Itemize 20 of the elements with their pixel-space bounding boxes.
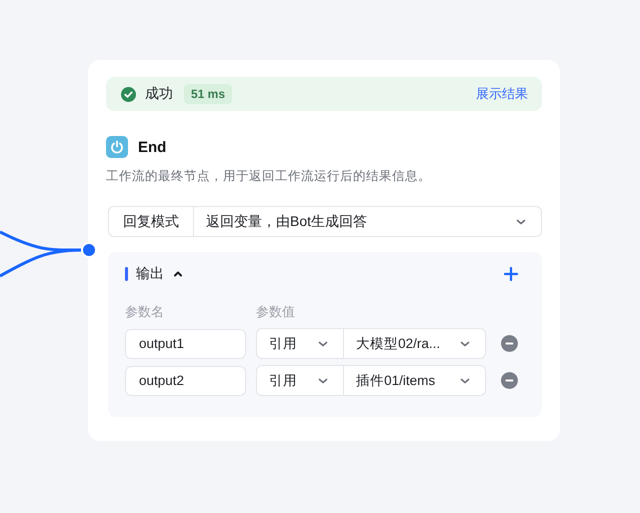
node-description: 工作流的最终节点，用于返回工作流运行后的结果信息。 <box>106 168 432 185</box>
reply-mode-select[interactable]: 回复模式 返回变量，由Bot生成回答 <box>108 206 542 237</box>
status-label: 成功 <box>145 85 173 103</box>
add-icon[interactable] <box>504 267 518 281</box>
port-dot[interactable] <box>81 242 97 258</box>
input-field[interactable]: output2 <box>125 366 246 396</box>
check-icon <box>121 86 136 102</box>
section-title: 输出 <box>136 265 164 283</box>
duration-badge: 51 ms <box>184 84 232 104</box>
param-name: output1 <box>139 336 184 351</box>
show-result-link[interactable]: 展示结果 <box>476 85 528 103</box>
input-field[interactable]: output1 <box>125 328 246 358</box>
power-icon <box>106 136 128 158</box>
column-header: 参数值 <box>256 303 295 321</box>
accent-bar <box>125 267 128 281</box>
node-title: End <box>138 138 166 156</box>
remove-icon[interactable] <box>501 335 518 352</box>
remove-icon[interactable] <box>501 372 518 389</box>
column-header: 参数名 <box>125 303 165 321</box>
param-name: output2 <box>139 373 184 388</box>
